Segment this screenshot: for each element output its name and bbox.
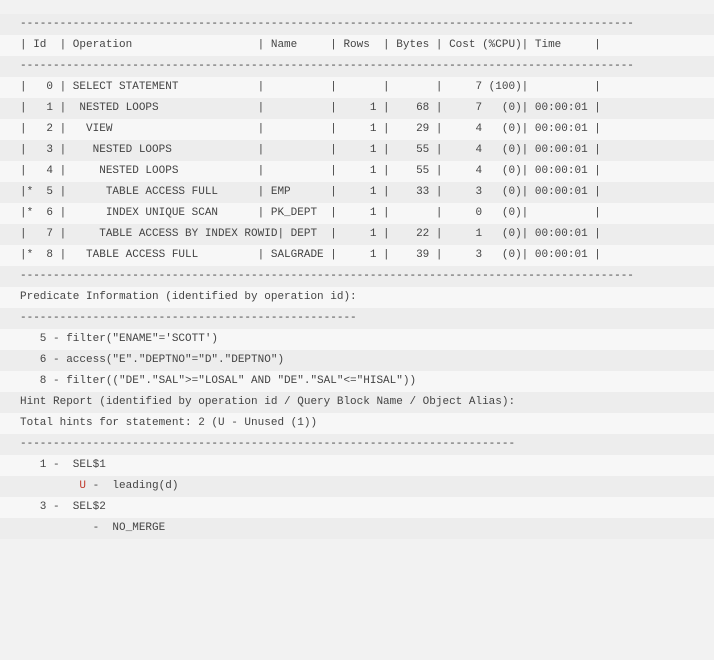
hint-entry: - NO_MERGE [0, 518, 714, 539]
predicate-item: 5 - filter("ENAME"='SCOTT') [0, 329, 714, 350]
predicate-item: 6 - access("E"."DEPTNO"="D"."DEPTNO") [0, 350, 714, 371]
hint-report-title: Hint Report (identified by operation id … [0, 392, 714, 413]
plan-row: | 7 | TABLE ACCESS BY INDEX ROWID| DEPT … [0, 224, 714, 245]
plan-divider-bottom: ----------------------------------------… [0, 266, 714, 287]
predicate-divider: ----------------------------------------… [0, 308, 714, 329]
plan-divider-top: ----------------------------------------… [0, 14, 714, 35]
explain-plan-output: ----------------------------------------… [0, 0, 714, 545]
hint-entry-indent [20, 480, 79, 492]
predicate-item: 8 - filter(("DE"."SAL">="LOSAL" AND "DE"… [0, 371, 714, 392]
plan-row: |* 8 | TABLE ACCESS FULL | SALGRADE | 1 … [0, 245, 714, 266]
plan-header: | Id | Operation | Name | Rows | Bytes |… [0, 35, 714, 56]
plan-divider-header: ----------------------------------------… [0, 56, 714, 77]
hint-block-id: 1 - SEL$1 [0, 455, 714, 476]
plan-row: | 4 | NESTED LOOPS | | 1 | 55 | 4 (0)| 0… [0, 161, 714, 182]
hint-report-divider: ----------------------------------------… [0, 434, 714, 455]
hint-block-id: 3 - SEL$2 [0, 497, 714, 518]
hint-entry-text: - leading(d) [86, 480, 178, 492]
plan-row: |* 5 | TABLE ACCESS FULL | EMP | 1 | 33 … [0, 182, 714, 203]
hint-report-summary: Total hints for statement: 2 (U - Unused… [0, 413, 714, 434]
predicate-title: Predicate Information (identified by ope… [0, 287, 714, 308]
plan-row: | 0 | SELECT STATEMENT | | | | 7 (100)| … [0, 77, 714, 98]
plan-row: | 3 | NESTED LOOPS | | 1 | 55 | 4 (0)| 0… [0, 140, 714, 161]
plan-row: |* 6 | INDEX UNIQUE SCAN | PK_DEPT | 1 |… [0, 203, 714, 224]
plan-row: | 1 | NESTED LOOPS | | 1 | 68 | 7 (0)| 0… [0, 98, 714, 119]
plan-row: | 2 | VIEW | | 1 | 29 | 4 (0)| 00:00:01 … [0, 119, 714, 140]
hint-entry: U - leading(d) [0, 476, 714, 497]
